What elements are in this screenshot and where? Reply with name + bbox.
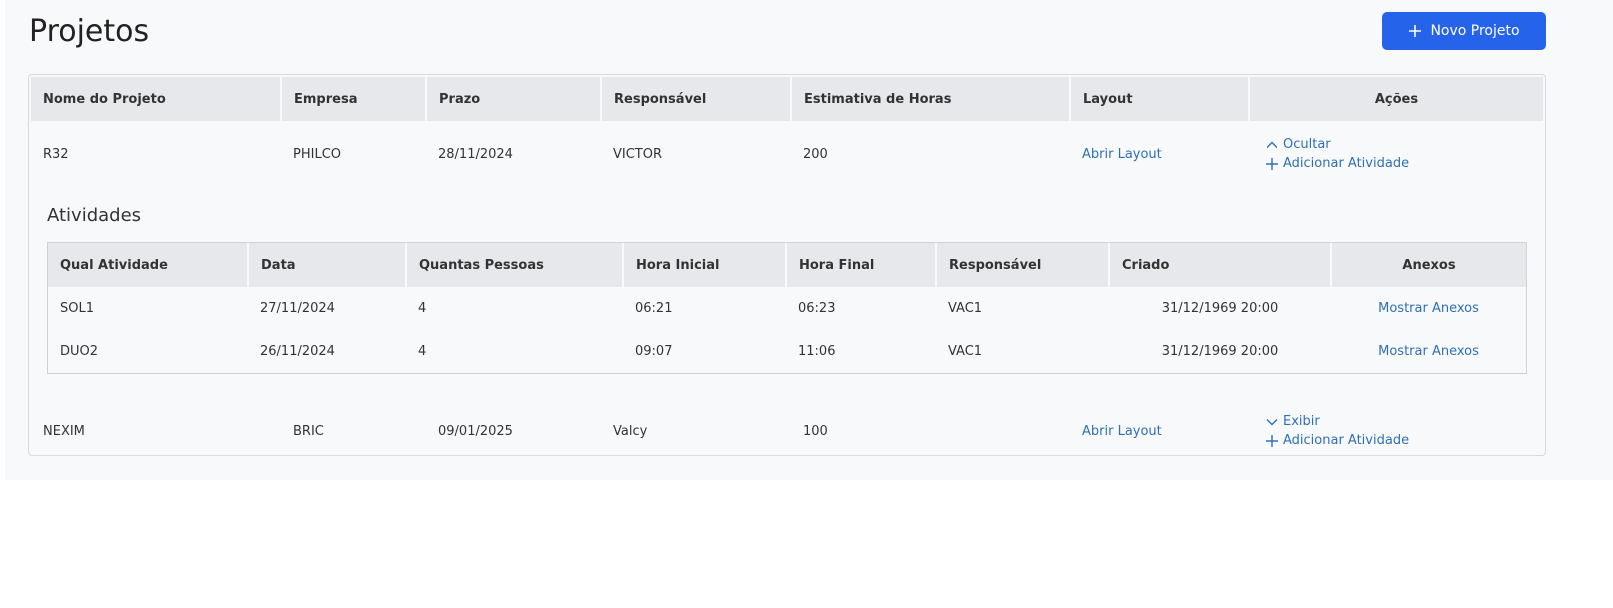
- cell-deadline: 28/11/2024: [438, 146, 513, 162]
- cell-name: R32: [43, 146, 69, 162]
- col-header-activity-owner: Responsável: [936, 243, 1110, 287]
- add-activity-button[interactable]: Adicionar Atividade: [1265, 156, 1531, 171]
- cell-activity: DUO2: [60, 344, 99, 359]
- col-header-owner[interactable]: Responsável: [601, 77, 792, 121]
- row-actions: Exibir Adicionar Atividade: [1261, 414, 1531, 448]
- cell-people: 4: [418, 344, 427, 359]
- cell-activity-owner: VAC1: [948, 301, 983, 316]
- chevron-down-icon: [1266, 418, 1278, 425]
- cell-owner: Valcy: [613, 423, 648, 439]
- cell-start: 09:07: [635, 344, 673, 359]
- activities-table-wrapper: Qual Atividade Data Quantas Pessoas Hora…: [47, 242, 1527, 374]
- plus-icon: [1409, 25, 1422, 37]
- col-header-date: Data: [248, 243, 407, 287]
- col-header-people: Quantas Pessoas: [406, 243, 624, 287]
- table-row: NEXIM BRIC 09/01/2025 Valcy 100 Abrir La…: [31, 398, 1543, 455]
- page-title: Projetos: [29, 14, 150, 49]
- show-attachments-link[interactable]: Mostrar Anexos: [1378, 344, 1479, 359]
- cell-deadline: 09/01/2025: [438, 423, 513, 439]
- show-label: Exibir: [1283, 414, 1320, 429]
- activity-row: DUO2 26/11/2024 4 09:07 11:06 VAC1 31/12…: [48, 330, 1526, 373]
- activities-section: Atividades Qual Atividade Data Quantas P…: [31, 187, 1543, 398]
- cell-company: PHILCO: [293, 146, 342, 162]
- activities-header-row: Qual Atividade Data Quantas Pessoas Hora…: [48, 243, 1526, 287]
- cell-date: 26/11/2024: [260, 344, 335, 359]
- cell-owner: VICTOR: [613, 146, 663, 162]
- col-header-attachments: Anexos: [1331, 243, 1526, 287]
- projects-table: Nome do Projeto Empresa Prazo Responsáve…: [31, 77, 1543, 455]
- cell-created: 31/12/1969 20:00: [1161, 344, 1279, 359]
- col-header-layout[interactable]: Layout: [1070, 77, 1250, 121]
- cell-end: 06:23: [798, 301, 836, 316]
- row-actions: Ocultar Adicionar Atividade: [1261, 137, 1531, 171]
- cell-created: 31/12/1969 20:00: [1161, 301, 1279, 316]
- add-activity-button[interactable]: Adicionar Atividade: [1265, 433, 1531, 448]
- col-header-actions: Ações: [1249, 77, 1543, 121]
- new-project-button[interactable]: Novo Projeto: [1382, 12, 1546, 50]
- col-header-start: Hora Inicial: [623, 243, 787, 287]
- cell-end: 11:06: [798, 344, 836, 359]
- cell-start: 06:21: [635, 301, 673, 316]
- cell-date: 27/11/2024: [260, 301, 335, 316]
- projects-header-row: Nome do Projeto Empresa Prazo Responsáve…: [31, 77, 1543, 121]
- open-layout-link[interactable]: Abrir Layout: [1082, 424, 1162, 439]
- new-project-label: Novo Projeto: [1430, 23, 1520, 39]
- chevron-up-icon: [1266, 141, 1278, 148]
- projects-card: Nome do Projeto Empresa Prazo Responsáve…: [28, 74, 1546, 456]
- cell-activity: SOL1: [60, 301, 94, 316]
- col-header-activity: Qual Atividade: [48, 243, 249, 287]
- col-header-hours[interactable]: Estimativa de Horas: [791, 77, 1071, 121]
- activities-title: Atividades: [47, 205, 142, 226]
- activity-row: SOL1 27/11/2024 4 06:21 06:23 VAC1 31/12…: [48, 287, 1526, 330]
- open-layout-link[interactable]: Abrir Layout: [1082, 147, 1162, 162]
- add-activity-label: Adicionar Atividade: [1283, 433, 1410, 448]
- add-activity-label: Adicionar Atividade: [1283, 156, 1410, 171]
- show-attachments-link[interactable]: Mostrar Anexos: [1378, 301, 1479, 316]
- plus-icon: [1266, 157, 1278, 170]
- col-header-name[interactable]: Nome do Projeto: [31, 77, 282, 121]
- projects-page: Projetos Novo Projeto Nome do Projeto Em…: [5, 0, 1613, 480]
- cell-company: BRIC: [293, 423, 324, 439]
- activities-table: Qual Atividade Data Quantas Pessoas Hora…: [48, 243, 1526, 373]
- show-activities-button[interactable]: Exibir: [1265, 414, 1531, 429]
- col-header-end: Hora Final: [786, 243, 937, 287]
- cell-people: 4: [418, 301, 427, 316]
- table-row: R32 PHILCO 28/11/2024 VICTOR 200 Abrir L…: [31, 121, 1543, 187]
- plus-icon: [1266, 434, 1278, 447]
- hide-label: Ocultar: [1283, 137, 1331, 152]
- col-header-deadline[interactable]: Prazo: [426, 77, 602, 121]
- cell-name: NEXIM: [43, 423, 85, 439]
- cell-hours: 200: [803, 146, 828, 162]
- col-header-created: Criado: [1109, 243, 1332, 287]
- cell-hours: 100: [803, 423, 828, 439]
- col-header-company[interactable]: Empresa: [281, 77, 427, 121]
- hide-activities-button[interactable]: Ocultar: [1265, 137, 1531, 152]
- cell-activity-owner: VAC1: [948, 344, 983, 359]
